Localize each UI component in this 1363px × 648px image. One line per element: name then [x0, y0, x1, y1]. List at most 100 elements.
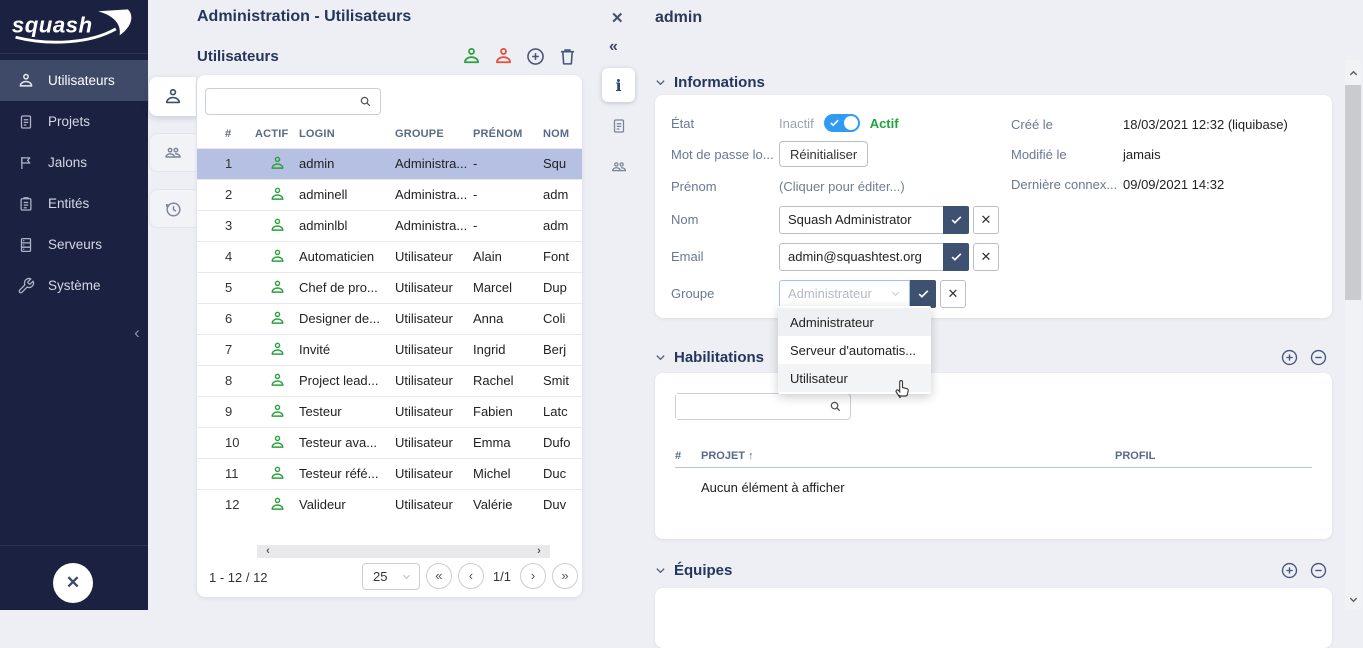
col-nom[interactable]: NOM: [543, 120, 582, 148]
scroll-down-icon[interactable]: [1345, 592, 1361, 606]
dropdown-option-serveur-d-automatis[interactable]: Serveur d'automatis...: [778, 336, 931, 364]
habilitations-section-header[interactable]: Habilitations: [655, 345, 1332, 369]
col-login[interactable]: LOGIN: [299, 120, 395, 148]
scroll-left-icon[interactable]: ‹: [261, 545, 275, 558]
sidebar-logout-button[interactable]: ✕: [53, 563, 93, 603]
sidebar-item-label: Projets: [48, 114, 90, 129]
squash-logo[interactable]: squash: [0, 0, 148, 54]
workspace-tab-user[interactable]: [149, 77, 196, 116]
delete-user-icon[interactable]: [557, 46, 578, 67]
sidebar-item-label: Système: [48, 278, 101, 293]
sidebar-item-projets[interactable]: Projets: [0, 101, 148, 142]
users-search-input[interactable]: [206, 89, 346, 114]
add-equipe-icon[interactable]: [1280, 561, 1299, 580]
user-row-admin[interactable]: 1adminAdministra...-Squ: [197, 148, 582, 179]
cancel-groupe-button[interactable]: ✕: [940, 280, 966, 308]
tab-informations[interactable]: i: [602, 68, 635, 102]
users-search-box: [205, 88, 381, 115]
groupe-select-value: Administrateur: [788, 286, 872, 301]
users-section-title: Utilisateurs: [197, 48, 279, 65]
scrollbar-thumb[interactable]: [1345, 85, 1361, 300]
search-icon[interactable]: [828, 399, 843, 414]
col-groupe[interactable]: GROUPE: [395, 120, 473, 148]
user-row-testeur-ava[interactable]: 10Testeur ava...UtilisateurEmmaDufo: [197, 427, 582, 458]
workspace-tab-teams[interactable]: [149, 133, 196, 172]
user-row-valideur[interactable]: 12ValideurUtilisateurValérieDuv: [197, 489, 582, 520]
empty-table-message: Aucun élément à afficher: [701, 480, 1312, 495]
informations-heading: Informations: [674, 74, 765, 91]
user-row-chef-de-pro[interactable]: 5Chef de pro...UtilisateurMarcelDup: [197, 272, 582, 303]
sidebar-item-utilisateurs[interactable]: Utilisateurs: [0, 60, 148, 101]
sidebar-item-entite-s[interactable]: Entités: [0, 183, 148, 224]
history-icon: [163, 199, 183, 219]
page-size-select[interactable]: 25: [362, 563, 420, 590]
user-active-icon: [269, 279, 286, 296]
user-row-designer-de[interactable]: 6Designer de...UtilisateurAnnaColi: [197, 303, 582, 334]
cancel-nom-button[interactable]: ✕: [973, 206, 999, 234]
first-page-button[interactable]: «: [426, 563, 452, 589]
user-row-invite[interactable]: 7InvitéUtilisateurIngridBerj: [197, 334, 582, 365]
user-row-testeur-re-fe[interactable]: 11Testeur réfé...UtilisateurMichelDuc: [197, 458, 582, 489]
informations-section-header[interactable]: Informations: [655, 70, 1332, 94]
cell-num: 11: [197, 458, 255, 489]
chevron-down-icon: [890, 288, 901, 299]
user-icon: [163, 87, 183, 107]
cell-prenom: Rachel: [473, 365, 543, 396]
cancel-email-button[interactable]: ✕: [973, 243, 999, 271]
sidebar-item-label: Serveurs: [48, 237, 102, 252]
reset-password-button[interactable]: Réinitialiser: [779, 141, 868, 167]
sidebar-item-syste-me[interactable]: Système: [0, 265, 148, 306]
confirm-email-button[interactable]: [943, 243, 969, 271]
equipes-section-header[interactable]: Équipes: [655, 558, 1332, 582]
dropdown-option-administrateur[interactable]: Administrateur: [778, 308, 931, 336]
habilitations-search-input[interactable]: [676, 394, 816, 419]
active-toggle[interactable]: [824, 114, 860, 132]
search-icon[interactable]: [358, 94, 373, 109]
page-size-value: 25: [373, 569, 387, 584]
tab-teams[interactable]: [602, 150, 635, 184]
scroll-up-icon[interactable]: [1345, 66, 1361, 80]
col-num[interactable]: #: [197, 120, 255, 148]
confirm-groupe-button[interactable]: [910, 280, 936, 308]
sidebar-item-jalons[interactable]: Jalons: [0, 142, 148, 183]
last-page-button[interactable]: »: [552, 563, 578, 589]
user-row-automaticien[interactable]: 4AutomaticienUtilisateurAlainFont: [197, 241, 582, 272]
cell-num: 6: [197, 303, 255, 334]
add-user-icon[interactable]: [525, 46, 546, 67]
prenom-editable-value[interactable]: (Cliquer pour éditer...): [779, 179, 905, 194]
nom-input[interactable]: [779, 206, 943, 234]
sidebar-collapse-icon[interactable]: ‹: [129, 322, 145, 344]
collapse-detail-icon[interactable]: «: [609, 38, 618, 56]
workspace-tab-history[interactable]: [149, 189, 196, 228]
deactivate-user-icon[interactable]: [493, 46, 514, 67]
confirm-nom-button[interactable]: [943, 206, 969, 234]
add-habilitation-icon[interactable]: [1280, 348, 1299, 367]
hab-col-projet[interactable]: PROJET ↑: [701, 450, 1115, 462]
hab-col-num[interactable]: #: [675, 450, 701, 462]
hab-col-profil[interactable]: PROFIL: [1115, 450, 1312, 462]
page-indicator: 1/1: [493, 569, 511, 584]
user-row-adminlbl[interactable]: 3adminlblAdministra...-adm: [197, 210, 582, 241]
habilitations-search-box: [675, 393, 851, 420]
col-prenom[interactable]: PRÉNOM: [473, 120, 543, 148]
groupe-select[interactable]: Administrateur: [779, 280, 910, 308]
horizontal-scrollbar[interactable]: ‹ ›: [257, 545, 550, 558]
scroll-right-icon[interactable]: ›: [532, 545, 546, 558]
next-page-button[interactable]: ›: [520, 563, 546, 589]
col-actif[interactable]: ACTIF: [255, 120, 299, 148]
informations-card: État Inactif Actif Mot de passe lo... Ré…: [655, 95, 1332, 318]
remove-habilitation-icon[interactable]: [1309, 348, 1328, 367]
tab-authorisations[interactable]: [602, 109, 635, 143]
remove-equipe-icon[interactable]: [1309, 561, 1328, 580]
vertical-scrollbar[interactable]: [1345, 60, 1361, 610]
user-row-adminell[interactable]: 2adminellAdministra...-adm: [197, 179, 582, 210]
close-detail-icon[interactable]: ✕: [611, 9, 624, 27]
sidebar-item-serveurs[interactable]: Serveurs: [0, 224, 148, 265]
activate-user-icon[interactable]: [461, 46, 482, 67]
habilitations-table-header: # PROJET ↑ PROFIL: [675, 444, 1312, 468]
user-row-project-lead[interactable]: 8Project lead...UtilisateurRachelSmit: [197, 365, 582, 396]
dropdown-option-utilisateur[interactable]: Utilisateur: [778, 364, 931, 392]
prev-page-button[interactable]: ‹: [458, 563, 484, 589]
user-row-testeur[interactable]: 9TesteurUtilisateurFabienLatc: [197, 396, 582, 427]
email-input[interactable]: [779, 243, 943, 271]
